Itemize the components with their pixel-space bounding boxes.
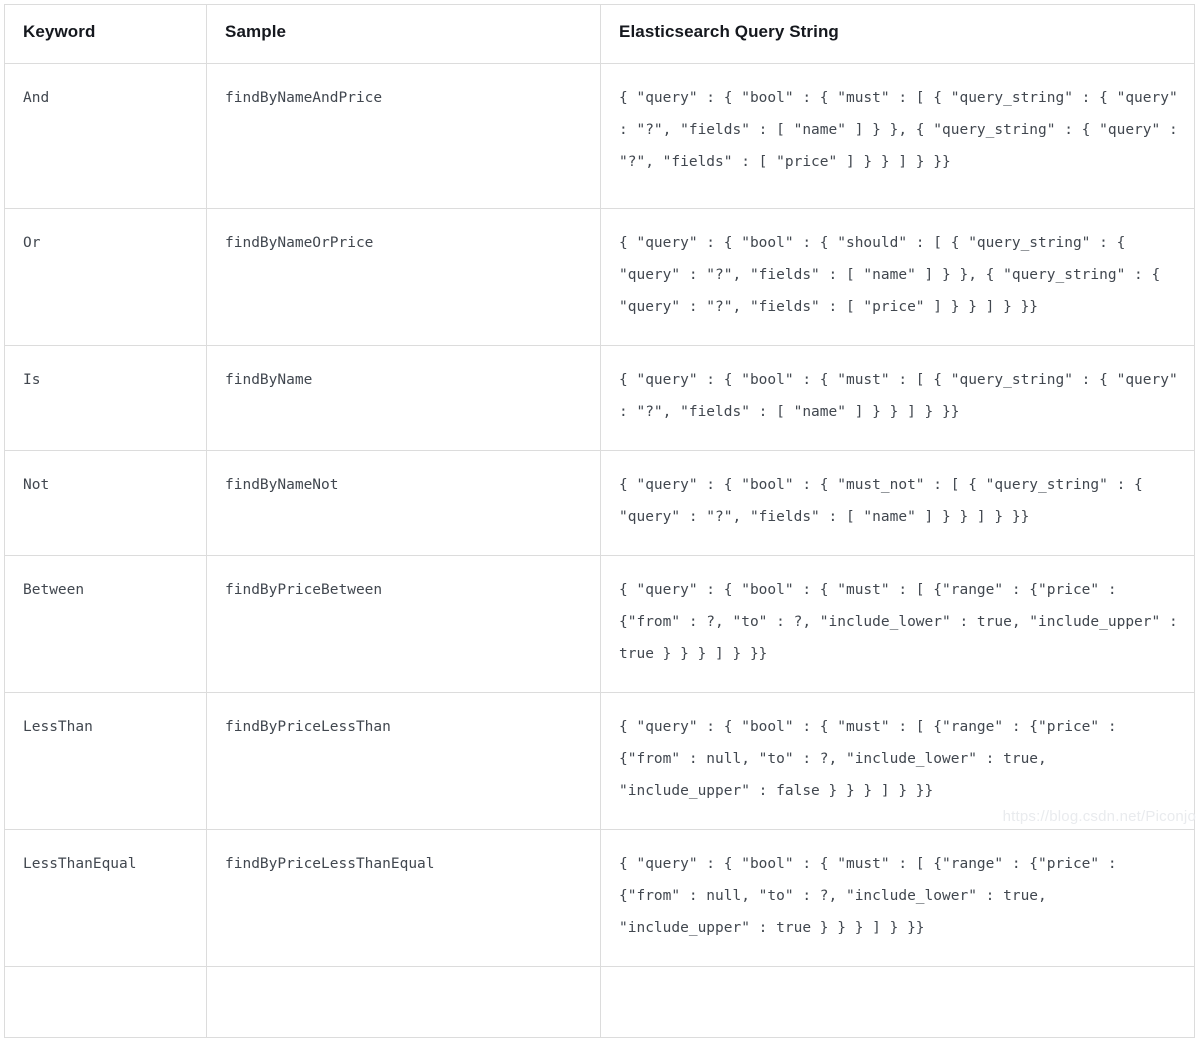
cell-query-string: { "query" : { "bool" : { "must" : [ { "q… bbox=[600, 63, 1195, 209]
cell-sample: findByNameAndPrice bbox=[206, 63, 601, 209]
table-row: And findByNameAndPrice { "query" : { "bo… bbox=[4, 63, 1195, 209]
cell-keyword: LessThanEqual bbox=[4, 829, 207, 967]
column-header-sample: Sample bbox=[206, 4, 601, 64]
cell-keyword: Between bbox=[4, 555, 207, 693]
cell-query-string: { "query" : { "bool" : { "must" : [ {"ra… bbox=[600, 692, 1195, 830]
cell-keyword: Or bbox=[4, 208, 207, 346]
cell-query-string bbox=[600, 966, 1195, 1038]
table-header-row: Keyword Sample Elasticsearch Query Strin… bbox=[4, 4, 1195, 64]
cell-sample: findByPriceBetween bbox=[206, 555, 601, 693]
cell-query-string: { "query" : { "bool" : { "must_not" : [ … bbox=[600, 450, 1195, 556]
column-header-keyword: Keyword bbox=[4, 4, 207, 64]
keyword-query-table: Keyword Sample Elasticsearch Query Strin… bbox=[4, 4, 1195, 1038]
keyword-query-table-container: Keyword Sample Elasticsearch Query Strin… bbox=[4, 4, 1195, 1038]
cell-query-string: { "query" : { "bool" : { "must" : [ {"ra… bbox=[600, 555, 1195, 693]
table-row: Or findByNameOrPrice { "query" : { "bool… bbox=[4, 208, 1195, 346]
cell-keyword: LessThan bbox=[4, 692, 207, 830]
cell-keyword: And bbox=[4, 63, 207, 209]
table-row: Not findByNameNot { "query" : { "bool" :… bbox=[4, 450, 1195, 556]
table-row: Is findByName { "query" : { "bool" : { "… bbox=[4, 345, 1195, 451]
cell-sample: findByName bbox=[206, 345, 601, 451]
table-header: Keyword Sample Elasticsearch Query Strin… bbox=[4, 4, 1195, 64]
cell-query-string: { "query" : { "bool" : { "must" : [ { "q… bbox=[600, 345, 1195, 451]
cell-keyword: Not bbox=[4, 450, 207, 556]
cell-keyword bbox=[4, 966, 207, 1038]
cell-sample: findByPriceLessThanEqual bbox=[206, 829, 601, 967]
table-row-partial bbox=[4, 966, 1195, 1038]
cell-sample bbox=[206, 966, 601, 1038]
table-row: Between findByPriceBetween { "query" : {… bbox=[4, 555, 1195, 693]
table-body: And findByNameAndPrice { "query" : { "bo… bbox=[4, 63, 1195, 1038]
column-header-query: Elasticsearch Query String bbox=[600, 4, 1195, 64]
table-row: LessThan findByPriceLessThan { "query" :… bbox=[4, 692, 1195, 830]
cell-query-string: { "query" : { "bool" : { "must" : [ {"ra… bbox=[600, 829, 1195, 967]
table-row: LessThanEqual findByPriceLessThanEqual {… bbox=[4, 829, 1195, 967]
cell-sample: findByNameNot bbox=[206, 450, 601, 556]
cell-keyword: Is bbox=[4, 345, 207, 451]
cell-query-string: { "query" : { "bool" : { "should" : [ { … bbox=[600, 208, 1195, 346]
cell-sample: findByPriceLessThan bbox=[206, 692, 601, 830]
cell-sample: findByNameOrPrice bbox=[206, 208, 601, 346]
